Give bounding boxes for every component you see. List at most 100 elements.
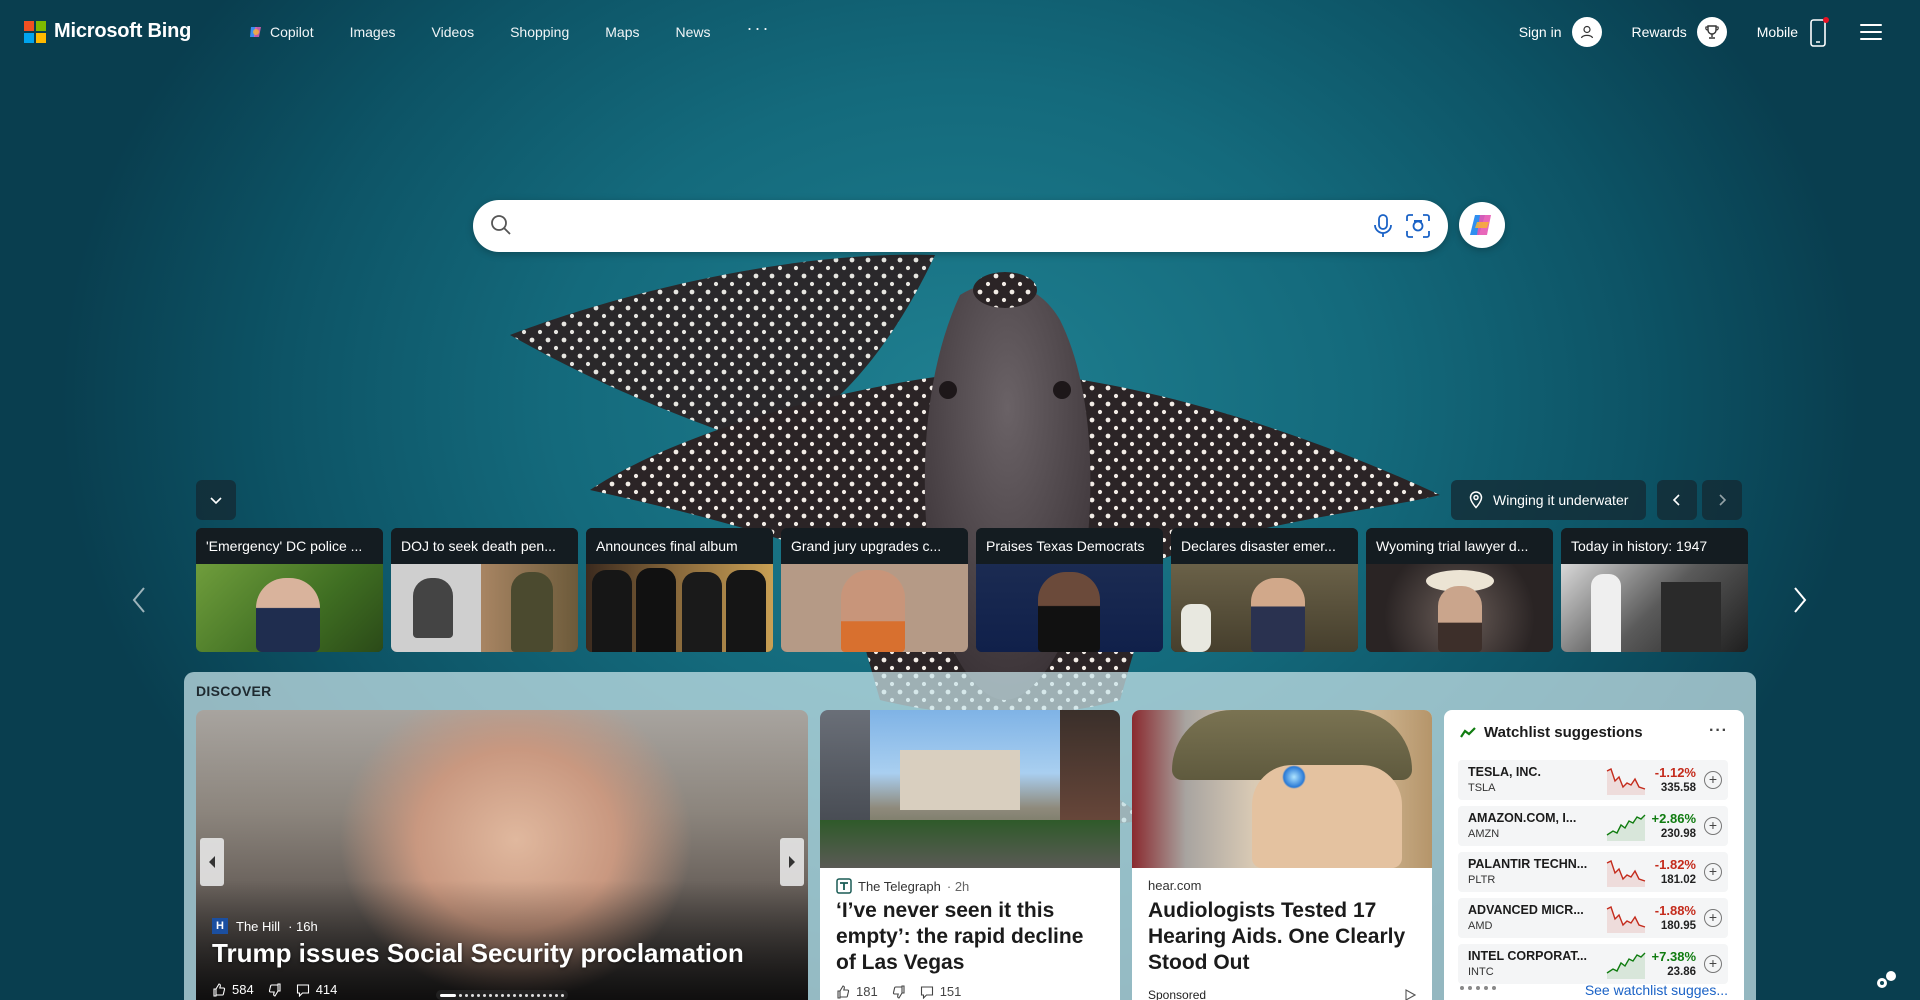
stock-row[interactable]: PALANTIR TECHN... PLTR -1.82% 181.02 + bbox=[1458, 852, 1728, 892]
hero-pager[interactable] bbox=[436, 990, 568, 1000]
nav-videos[interactable]: Videos bbox=[414, 24, 493, 40]
news-card[interactable]: Wyoming trial lawyer d... bbox=[1366, 528, 1553, 652]
hero-news-card[interactable]: H The Hill · 16h Trump issues Social Sec… bbox=[196, 710, 808, 1000]
nav-more-button[interactable]: ··· bbox=[729, 18, 789, 39]
image-of-the-day-info[interactable]: Winging it underwater bbox=[1451, 480, 1647, 520]
copilot-search-button[interactable] bbox=[1459, 202, 1505, 248]
stock-row[interactable]: TESLA, INC. TSLA -1.12% 335.58 + bbox=[1458, 760, 1728, 800]
hero-age: · 16h bbox=[288, 918, 318, 934]
sign-in-label: Sign in bbox=[1518, 24, 1562, 40]
comment-icon bbox=[920, 985, 933, 999]
feedback-icon[interactable] bbox=[1876, 970, 1898, 995]
rewards-button[interactable]: Rewards bbox=[1632, 17, 1727, 47]
dislike-button[interactable] bbox=[268, 982, 282, 997]
nav-shopping[interactable]: Shopping bbox=[492, 24, 587, 40]
watchlist-pager[interactable] bbox=[1460, 986, 1496, 990]
hero-next-button[interactable] bbox=[780, 838, 804, 886]
news-card-title: Grand jury upgrades c... bbox=[781, 528, 968, 564]
stock-symbol: PLTR bbox=[1468, 874, 1496, 886]
hearing-aid-ad-image bbox=[1132, 710, 1432, 868]
stock-price: 181.02 bbox=[1660, 874, 1696, 886]
trending-news-strip: 'Emergency' DC police ... DOJ to seek de… bbox=[196, 528, 1748, 652]
strip-scroll-left-button[interactable] bbox=[124, 585, 154, 615]
strip-scroll-right-button[interactable] bbox=[1785, 585, 1815, 615]
ad-headline[interactable]: Audiologists Tested 17 Hearing Aids. One… bbox=[1148, 898, 1420, 976]
add-to-watchlist-button[interactable]: + bbox=[1704, 909, 1722, 927]
news-card[interactable]: Praises Texas Democrats bbox=[976, 528, 1163, 652]
nav-copilot[interactable]: Copilot bbox=[248, 24, 332, 40]
sponsored-card-hear[interactable]: hear.com Audiologists Tested 17 Hearing … bbox=[1132, 710, 1432, 1000]
copilot-logo-icon bbox=[1470, 215, 1491, 235]
nav-news[interactable]: News bbox=[657, 24, 728, 40]
dislike-button[interactable] bbox=[892, 984, 906, 999]
like-button[interactable]: 584 bbox=[212, 982, 254, 997]
discover-heading: DISCOVER bbox=[196, 683, 272, 699]
stock-name: TESLA, INC. bbox=[1468, 765, 1541, 779]
stocks-icon bbox=[1460, 726, 1476, 738]
ad-choices-icon[interactable] bbox=[1404, 988, 1417, 1000]
chevron-right-icon bbox=[1794, 587, 1807, 613]
telegraph-source-name: The Telegraph bbox=[858, 878, 941, 894]
collapse-strip-button[interactable] bbox=[196, 480, 236, 520]
hero-prev-button[interactable] bbox=[200, 838, 224, 886]
comment-button[interactable]: 151 bbox=[920, 984, 961, 999]
previous-image-button[interactable] bbox=[1657, 480, 1697, 520]
news-card[interactable]: Grand jury upgrades c... bbox=[781, 528, 968, 652]
stock-change: -1.12% bbox=[1654, 765, 1696, 780]
bing-logo[interactable]: Microsoft Bing bbox=[24, 20, 191, 43]
news-card-title: Declares disaster emer... bbox=[1171, 528, 1358, 564]
location-pin-icon bbox=[1469, 491, 1483, 509]
search-input[interactable] bbox=[521, 208, 1341, 244]
add-to-watchlist-button[interactable]: + bbox=[1704, 817, 1722, 835]
nav-maps[interactable]: Maps bbox=[587, 24, 657, 40]
comment-icon bbox=[296, 983, 309, 997]
add-to-watchlist-button[interactable]: + bbox=[1704, 771, 1722, 789]
account-nav: Sign in Rewards Mobile bbox=[1519, 16, 1882, 48]
stock-name: PALANTIR TECHN... bbox=[1468, 857, 1588, 871]
news-card[interactable]: DOJ to seek death pen... bbox=[391, 528, 578, 652]
comment-button[interactable]: 414 bbox=[296, 982, 338, 997]
sign-in-button[interactable]: Sign in bbox=[1519, 17, 1602, 47]
see-watchlist-link[interactable]: See watchlist sugges... bbox=[1585, 982, 1728, 998]
image-title: Winging it underwater bbox=[1493, 492, 1629, 508]
watchlist-more-button[interactable]: ··· bbox=[1709, 722, 1728, 740]
visual-search-icon[interactable] bbox=[1404, 212, 1432, 245]
main-nav: Copilot Images Videos Shopping Maps News… bbox=[248, 18, 788, 40]
hero-headline[interactable]: Trump issues Social Security proclamatio… bbox=[212, 938, 744, 969]
add-to-watchlist-button[interactable]: + bbox=[1704, 955, 1722, 973]
menu-icon[interactable] bbox=[1860, 24, 1882, 40]
stock-price: 23.86 bbox=[1667, 966, 1696, 978]
mobile-button[interactable]: Mobile bbox=[1757, 16, 1830, 48]
microsoft-logo-icon bbox=[24, 20, 46, 43]
trophy-icon bbox=[1696, 17, 1727, 47]
search-box bbox=[473, 200, 1448, 252]
telegraph-headline[interactable]: ‘I’ve never seen it this empty’: the rap… bbox=[836, 898, 1108, 976]
nav-copilot-label: Copilot bbox=[270, 24, 314, 40]
chevron-down-icon bbox=[210, 497, 222, 505]
mobile-label: Mobile bbox=[1756, 24, 1798, 40]
user-icon bbox=[1571, 17, 1602, 47]
telegraph-source: The Telegraph · 2h bbox=[836, 878, 969, 894]
add-to-watchlist-button[interactable]: + bbox=[1704, 863, 1722, 881]
news-card-image bbox=[781, 564, 968, 652]
news-card[interactable]: Announces final album bbox=[586, 528, 773, 652]
next-image-button[interactable] bbox=[1702, 480, 1742, 520]
microphone-icon[interactable] bbox=[1372, 213, 1394, 244]
stock-symbol: AMD bbox=[1468, 920, 1493, 932]
stock-price: 230.98 bbox=[1660, 828, 1696, 840]
sparkline-chart bbox=[1606, 768, 1646, 795]
like-button[interactable]: 181 bbox=[836, 984, 878, 999]
news-card-telegraph[interactable]: The Telegraph · 2h ‘I’ve never seen it t… bbox=[820, 710, 1120, 1000]
news-card[interactable]: 'Emergency' DC police ... bbox=[196, 528, 383, 652]
sponsored-label: Sponsored bbox=[1148, 988, 1207, 1000]
nav-images[interactable]: Images bbox=[332, 24, 414, 40]
stock-row[interactable]: ADVANCED MICR... AMD -1.88% 180.95 + bbox=[1458, 898, 1728, 938]
news-card[interactable]: Declares disaster emer... bbox=[1171, 528, 1358, 652]
stock-name: ADVANCED MICR... bbox=[1468, 903, 1584, 917]
stock-price: 180.95 bbox=[1660, 920, 1696, 932]
stock-row[interactable]: INTEL CORPORAT... INTC +7.38% 23.86 + bbox=[1458, 944, 1728, 984]
telegraph-age: · 2h bbox=[946, 878, 970, 894]
comment-count: 414 bbox=[315, 982, 338, 997]
stock-row[interactable]: AMAZON.COM, I... AMZN +2.86% 230.98 + bbox=[1458, 806, 1728, 846]
news-card[interactable]: Today in history: 1947 bbox=[1561, 528, 1748, 652]
